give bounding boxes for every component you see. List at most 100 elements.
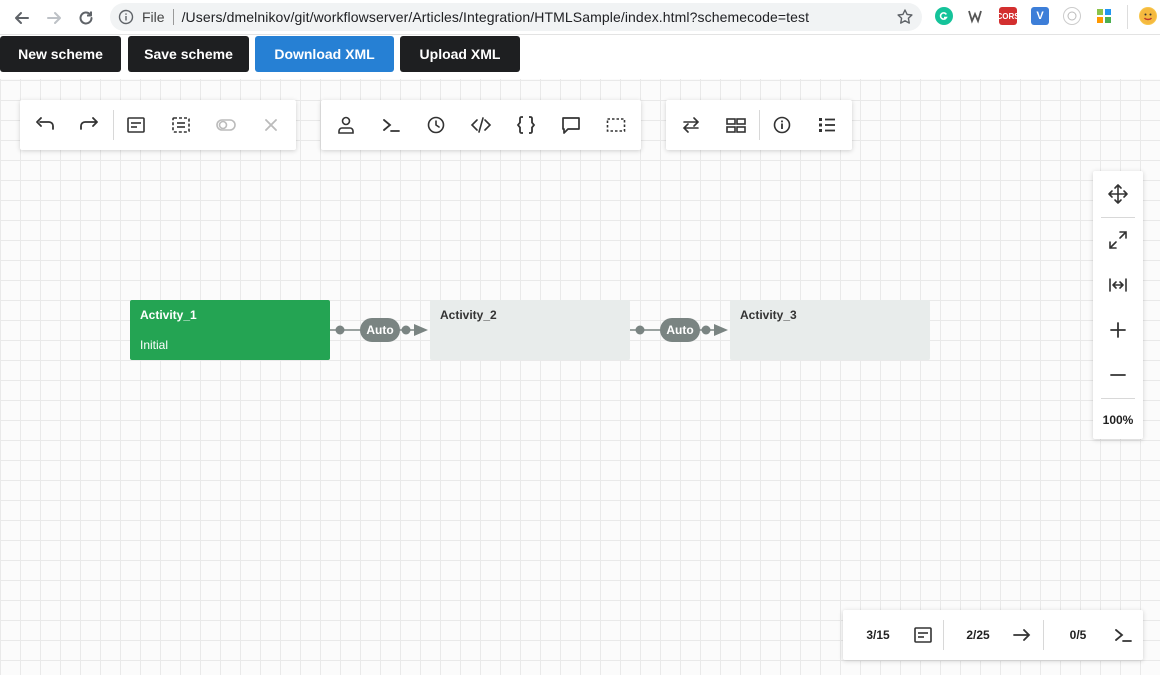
toolbar-divider [113,110,114,140]
timers-button[interactable] [422,111,450,139]
selection-icon [606,118,626,132]
parameters-icon [516,116,536,134]
address-bar[interactable]: File /Users/dmelnikov/git/workflowserver… [110,3,922,31]
undo-icon [36,117,54,130]
timer-extension-icon[interactable] [1063,7,1081,25]
selection-button[interactable] [602,111,630,139]
zoom-panel: 100% [1093,171,1143,439]
transitions-layer [330,324,728,336]
reload-button[interactable] [73,5,99,31]
activity-node[interactable]: Activity_2 [430,300,630,360]
timers-icon [427,116,445,134]
code-actions-icon [470,117,492,133]
transitions-stat[interactable] [1010,623,1034,647]
profile-avatar-icon[interactable] [1139,7,1157,25]
add-transition-button[interactable] [167,111,195,139]
move-icon [1108,184,1128,204]
designer-canvas[interactable]: Activity_1 Initial Activity_2 Activity_3… [0,79,1160,675]
transition-icon [172,117,190,133]
list-button[interactable] [813,111,841,139]
activity-icon [127,117,145,133]
zoom-in-button[interactable] [1106,318,1130,342]
redo-icon [80,117,98,130]
sync-icon [682,117,700,133]
scheme-actions-bar: New scheme Save scheme Download XML Uplo… [0,35,1160,79]
commands-icon [383,119,400,132]
stats-divider [1043,620,1044,650]
info-icon [773,116,791,134]
info-button[interactable] [768,111,796,139]
transition-label[interactable]: Auto [360,318,400,342]
activity-name: Activity_2 [440,308,497,322]
comments-button[interactable] [557,111,585,139]
bookmark-star-icon[interactable] [896,8,914,26]
address-divider [172,9,174,25]
redo-button[interactable] [75,111,103,139]
commands-icon [1115,629,1132,642]
scheme-stats-panel: 3/15 2/25 0/5 [843,610,1143,660]
activity-initial-label: Initial [140,338,169,352]
edit-toolbar [20,100,296,150]
actors-icon [338,116,354,134]
file-label: File [142,9,165,25]
download-xml-button[interactable]: Download XML [255,36,394,72]
fit-width-icon [1109,278,1127,292]
back-button[interactable] [9,5,35,31]
actors-button[interactable] [332,111,360,139]
transitions-count: 2/25 [966,628,990,642]
upload-xml-button[interactable]: Upload XML [400,36,520,72]
browser-chrome: File /Users/dmelnikov/git/workflowserver… [0,0,1160,35]
activity-node[interactable]: Activity_1 Initial [130,300,330,360]
sync-button[interactable] [677,111,705,139]
activities-count: 3/15 [866,628,890,642]
activities-stat[interactable] [911,623,935,647]
back-arrow-icon [15,12,29,24]
activity-icon [914,627,932,643]
new-scheme-button[interactable]: New scheme [0,36,121,72]
code-actions-button[interactable] [467,111,495,139]
url-text[interactable]: /Users/dmelnikov/git/workflowserver/Arti… [182,9,810,25]
activity-node[interactable]: Activity_3 [730,300,930,360]
layout-icon [726,118,746,133]
extensions-divider [1127,5,1128,29]
scheme-elements-toolbar [321,100,641,150]
zoom-level: 100% [1102,413,1134,427]
forward-button[interactable] [41,5,67,31]
comments-icon [562,117,580,134]
commands-count: 0/5 [1069,628,1087,642]
arrow-right-icon [1013,629,1031,641]
delete-button[interactable] [257,111,285,139]
list-icon [819,118,835,132]
grammarly-extension-icon[interactable] [935,7,953,25]
colorful-extension-icon[interactable] [1095,7,1113,25]
parameters-button[interactable] [512,111,540,139]
stats-divider [943,620,944,650]
fullscreen-icon [1109,231,1127,249]
view-toolbar [666,100,852,150]
zoom-out-button[interactable] [1106,363,1130,387]
w-extension-icon[interactable] [967,7,985,25]
toggle-icon [216,119,236,131]
undo-button[interactable] [31,111,59,139]
toggle-button[interactable] [212,111,240,139]
forward-arrow-icon [47,12,61,24]
cors-extension-icon[interactable]: CORS [996,7,1020,25]
transition-label[interactable]: Auto [660,318,700,342]
layout-button[interactable] [722,111,750,139]
zoom-divider [1101,398,1135,399]
commands-stat[interactable] [1111,623,1135,647]
fullscreen-button[interactable] [1106,228,1130,252]
delete-icon [265,119,277,131]
site-info-icon[interactable] [118,9,134,25]
v-extension-icon[interactable]: V [1031,7,1049,25]
move-button[interactable] [1106,182,1130,206]
save-scheme-button[interactable]: Save scheme [128,36,249,72]
fit-width-button[interactable] [1106,273,1130,297]
add-activity-button[interactable] [122,111,150,139]
activity-name: Activity_1 [140,308,197,322]
toolbar-divider [759,110,760,140]
zoom-divider [1101,217,1135,218]
commands-button[interactable] [377,111,405,139]
activity-name: Activity_3 [740,308,797,322]
reload-icon [79,11,93,25]
